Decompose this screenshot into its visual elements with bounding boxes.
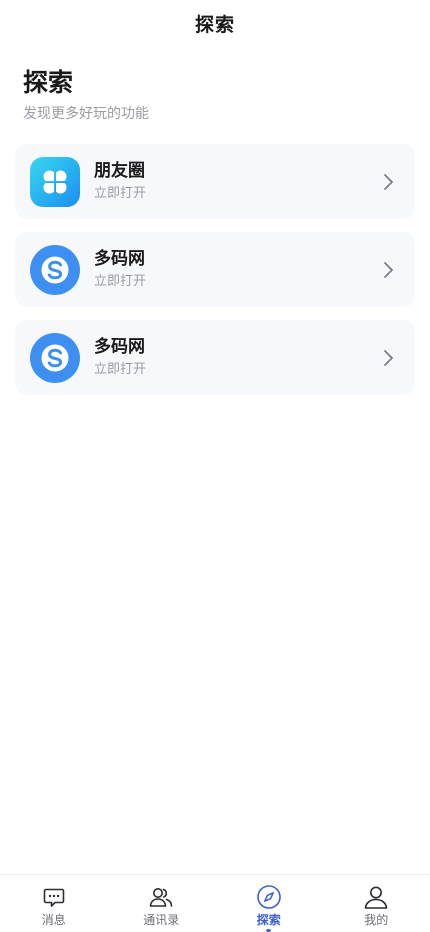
tab-contacts[interactable]: 通讯录 (108, 875, 216, 932)
card-title: 多码网 (94, 249, 145, 269)
chevron-right-icon (378, 172, 398, 192)
top-nav-bar: 探索 (0, 0, 430, 46)
tab-label: 探索 (256, 913, 281, 927)
card-text: 多码网 立即打开 (94, 336, 378, 379)
card-title: 朋友圈 (94, 161, 145, 181)
chevron-right-icon (378, 260, 398, 280)
card-title: 多码网 (94, 337, 145, 357)
card-text: 多码网 立即打开 (94, 248, 378, 291)
page-title: 探索 (23, 68, 74, 97)
feature-card-duoma-1[interactable]: 多码网 立即打开 (15, 232, 415, 307)
tab-me[interactable]: 我的 (323, 875, 430, 932)
card-subtitle: 立即打开 (94, 362, 147, 377)
contacts-icon (148, 884, 174, 910)
card-subtitle: 立即打开 (94, 186, 147, 201)
bottom-tab-bar: 消息 通讯录 探索 我的 (0, 874, 430, 932)
feature-card-moments[interactable]: 朋友圈 立即打开 (15, 144, 415, 219)
tab-label: 我的 (364, 913, 389, 927)
tab-explore[interactable]: 探索 (215, 875, 323, 932)
skype-s-icon (30, 244, 80, 295)
clover-app-icon (30, 156, 80, 207)
tab-label: 消息 (41, 913, 66, 927)
feature-card-duoma-2[interactable]: 多码网 立即打开 (15, 320, 415, 395)
feature-card-list: 朋友圈 立即打开 多码网 立即打开 多码网 立即打开 (0, 124, 430, 395)
chevron-right-icon (378, 348, 398, 368)
card-text: 朋友圈 立即打开 (94, 160, 378, 203)
page-subtitle: 发现更多好玩的功能 (23, 106, 149, 122)
skype-s-icon (30, 332, 80, 383)
tab-messages[interactable]: 消息 (0, 875, 108, 932)
tab-label: 通讯录 (143, 913, 180, 927)
card-subtitle: 立即打开 (94, 274, 147, 289)
explore-screen: 探索 探索 发现更多好玩的功能 朋友圈 立即打开 多码网 立即打开 多码网 立即… (0, 0, 430, 932)
compass-icon (256, 884, 282, 910)
chat-bubble-icon (41, 884, 67, 910)
user-icon (363, 884, 389, 910)
page-header: 探索 发现更多好玩的功能 (0, 46, 430, 124)
nav-title: 探索 (194, 13, 235, 36)
